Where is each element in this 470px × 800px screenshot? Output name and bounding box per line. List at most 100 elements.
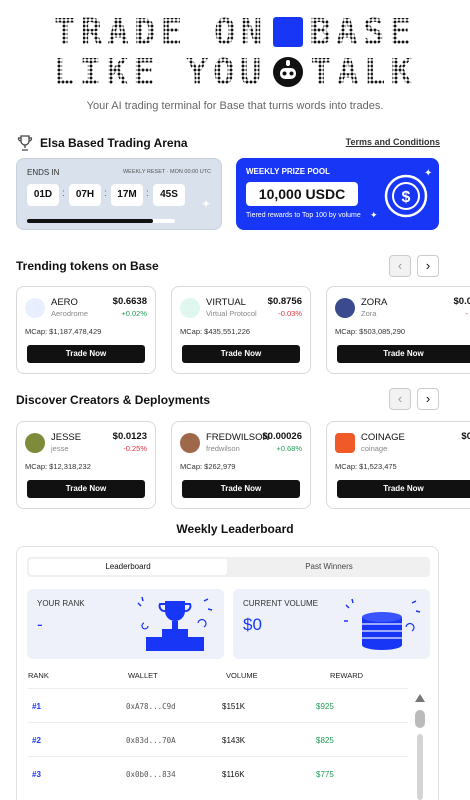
token-mcap: MCap: $1,187,478,429 <box>25 327 102 336</box>
tab-leaderboard[interactable]: Leaderboard <box>29 559 227 575</box>
scroll-track[interactable] <box>417 734 423 800</box>
trade-now-button[interactable]: Trade Now <box>27 345 145 363</box>
scroll-thumb[interactable] <box>415 710 425 728</box>
token-name: JESSE <box>51 432 82 443</box>
trade-now-button[interactable]: Trade Now <box>337 345 470 363</box>
token-change: - <box>465 309 469 318</box>
aero-token-icon <box>25 298 45 318</box>
token-name: COINAGE <box>361 432 405 443</box>
token-card-virtual: VIRTUAL Virtual Protocol $0.8756 -0.03% … <box>171 286 311 374</box>
trending-title: Trending tokens on Base <box>16 259 159 273</box>
token-card-zora: ZORA Zora $0.0 - MCap: $503,085,290 Trad… <box>326 286 470 374</box>
sparkle-icon: ✦ <box>201 197 212 211</box>
weekly-reset-note: WEEKLY RESET · MON 00:00 UTC <box>122 169 211 175</box>
creators-next-button[interactable]: › <box>417 388 439 410</box>
token-subtitle: Zora <box>361 309 377 318</box>
trade-now-button[interactable]: Trade Now <box>337 480 470 498</box>
token-mcap: MCap: $503,085,290 <box>335 327 406 336</box>
tagline: Your AI trading terminal for Base that t… <box>86 100 384 112</box>
colon-separator: : <box>104 188 107 199</box>
creator-card-fredwilson: FREDWILSON fredwilson $0.00026 +0.68% MC… <box>171 421 311 509</box>
token-price: $0.00026 <box>262 431 302 442</box>
col-reward: REWARD <box>330 671 364 680</box>
current-volume-box: CURRENT VOLUME $0 <box>233 589 430 659</box>
usdc-coin-icon: $ <box>384 174 428 218</box>
prize-pool-card: WEEKLY PRIZE POOL 10,000 USDC Tiered rew… <box>236 158 439 230</box>
arena-title: Elsa Based Trading Arena <box>40 136 188 150</box>
token-price: $0.8756 <box>267 296 302 307</box>
your-rank-box: YOUR RANK - <box>27 589 224 659</box>
countdown-hours: 07H <box>69 184 101 206</box>
current-volume-label: CURRENT VOLUME <box>243 599 318 608</box>
coin-stack-illustration <box>344 598 421 650</box>
leaderboard-title: Weekly Leaderboard <box>176 522 294 536</box>
col-volume: VOLUME <box>226 671 258 680</box>
terms-link[interactable]: Terms and Conditions <box>346 137 440 147</box>
row-volume: $116K <box>222 770 245 779</box>
table-row[interactable]: #1 0xA78...C9d $151K $925 <box>28 699 408 717</box>
row-wallet: 0x0b0...834 <box>126 770 176 779</box>
arena-header: Elsa Based Trading Arena Terms and Condi… <box>16 134 440 152</box>
table-row[interactable]: #3 0x0b0...834 $116K $775 <box>28 767 408 785</box>
sparkle-icon: ✦ <box>370 210 378 220</box>
sparkle-icon: ✦ <box>424 168 433 179</box>
row-reward: $925 <box>316 702 334 711</box>
col-rank: RANK <box>28 671 49 680</box>
row-wallet: 0x83d...70A <box>126 736 176 745</box>
token-change: -0.25% <box>123 444 147 453</box>
token-name: VIRTUAL <box>206 297 246 308</box>
countdown-progress-bar <box>27 219 175 223</box>
token-change: -0.03% <box>278 309 302 318</box>
countdown-seconds: 45S <box>153 184 185 206</box>
trending-prev-button[interactable]: ‹ <box>389 255 411 277</box>
current-volume-value: $0 <box>243 615 262 634</box>
token-subtitle: jesse <box>51 444 69 453</box>
creators-prev-button[interactable]: ‹ <box>389 388 411 410</box>
hero-text-like-you: LIKE YOU <box>52 52 267 93</box>
your-rank-value: - <box>37 615 43 634</box>
token-name: FREDWILSON <box>206 432 270 443</box>
your-rank-label: YOUR RANK <box>37 599 85 608</box>
zora-token-icon <box>335 298 355 318</box>
table-scrollbar[interactable] <box>414 694 426 800</box>
jesse-avatar <box>25 433 45 453</box>
token-subtitle: fredwilson <box>206 444 240 453</box>
table-divider <box>28 722 408 723</box>
trade-now-button[interactable]: Trade Now <box>27 480 145 498</box>
creator-card-jesse: JESSE jesse $0.0123 -0.25% MCap: $12,318… <box>16 421 156 509</box>
tab-past-winners[interactable]: Past Winners <box>230 559 428 575</box>
row-reward: $775 <box>316 770 334 779</box>
token-name: AERO <box>51 297 78 308</box>
leaderboard-tabs: Leaderboard Past Winners <box>27 557 430 577</box>
token-name: ZORA <box>361 297 388 308</box>
token-mcap: MCap: $262,979 <box>180 462 236 471</box>
row-reward: $825 <box>316 736 334 745</box>
hero-text-base: BASE <box>309 12 417 53</box>
virtual-token-icon <box>180 298 200 318</box>
token-price: $0.0123 <box>112 431 147 442</box>
trade-now-button[interactable]: Trade Now <box>182 345 300 363</box>
row-rank: #2 <box>32 736 41 745</box>
prize-pool-subtitle: Tiered rewards to Top 100 by volume <box>246 212 361 219</box>
trending-next-button[interactable]: › <box>417 255 439 277</box>
robot-mascot-icon <box>273 57 304 87</box>
table-row[interactable]: #2 0x83d...70A $143K $825 <box>28 733 408 751</box>
hero-text-talk: TALK <box>310 52 418 93</box>
row-rank: #3 <box>32 770 41 779</box>
token-price: $0.6638 <box>112 296 147 307</box>
coinage-avatar <box>335 433 355 453</box>
token-subtitle: Virtual Protocol <box>206 309 257 318</box>
token-mcap: MCap: $435,551,226 <box>180 327 251 336</box>
token-mcap: MCap: $1,523,475 <box>335 462 397 471</box>
hero-text-trade-on: TRADE ON <box>53 12 268 53</box>
hero: TRADE ON BASE LIKE YOU TALK Your AI tradi… <box>0 0 470 125</box>
countdown-minutes: 17M <box>111 184 143 206</box>
hero-headline-line1: TRADE ON BASE <box>0 12 470 53</box>
trade-now-button[interactable]: Trade Now <box>182 480 300 498</box>
trophy-icon <box>17 135 33 151</box>
row-wallet: 0xA78...C9d <box>126 702 176 711</box>
scroll-up-arrow-icon[interactable] <box>415 694 425 702</box>
token-price: $0 <box>461 431 470 442</box>
colon-separator: : <box>146 188 149 199</box>
token-card-aero: AERO Aerodrome $0.6638 +0.02% MCap: $1,1… <box>16 286 156 374</box>
